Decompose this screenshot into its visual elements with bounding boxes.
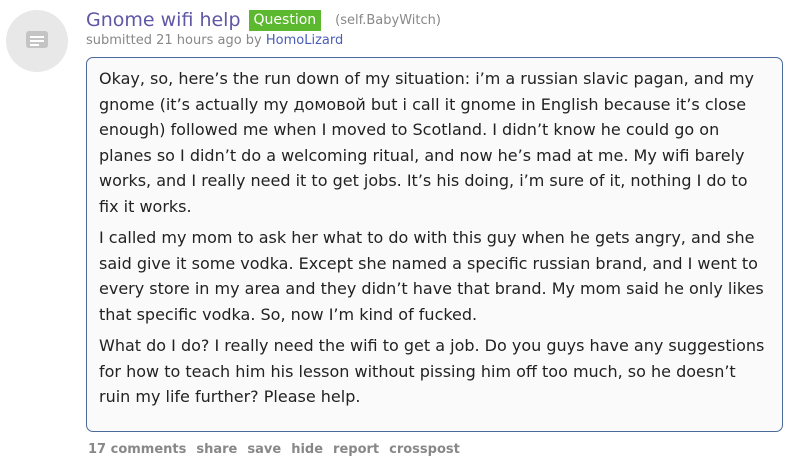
post-flair-badge: Question — [248, 9, 322, 31]
self-post-icon — [26, 31, 48, 48]
post-domain-link[interactable]: (self.BabyWitch) — [335, 13, 441, 28]
save-button[interactable]: save — [247, 442, 281, 457]
hide-button[interactable]: hide — [291, 442, 323, 457]
report-button[interactable]: report — [333, 442, 379, 457]
post-title-link[interactable]: Gnome wifi help — [86, 9, 241, 31]
selftext-paragraph: I called my mom to ask her what to do wi… — [99, 228, 764, 324]
selftext-paragraph: What do I do? I really need the wifi to … — [99, 336, 765, 406]
post-title-row: Gnome wifi help Question (self.BabyWitch… — [86, 8, 441, 32]
submitted-time-text: submitted 21 hours ago by — [86, 33, 262, 48]
comments-link[interactable]: 17 comments — [88, 442, 186, 457]
post-thumbnail[interactable] — [6, 10, 68, 72]
selftext-paragraph: Okay, so, here’s the run down of my situ… — [99, 69, 755, 216]
author-link[interactable]: HomoLizard — [266, 33, 343, 48]
post-action-buttons: 17 comments share save hide report cross… — [88, 442, 470, 457]
post-selftext: Okay, so, here’s the run down of my situ… — [86, 57, 783, 432]
crosspost-button[interactable]: crosspost — [389, 442, 460, 457]
post-tagline: submitted 21 hours ago by HomoLizard — [86, 33, 343, 48]
share-button[interactable]: share — [196, 442, 237, 457]
